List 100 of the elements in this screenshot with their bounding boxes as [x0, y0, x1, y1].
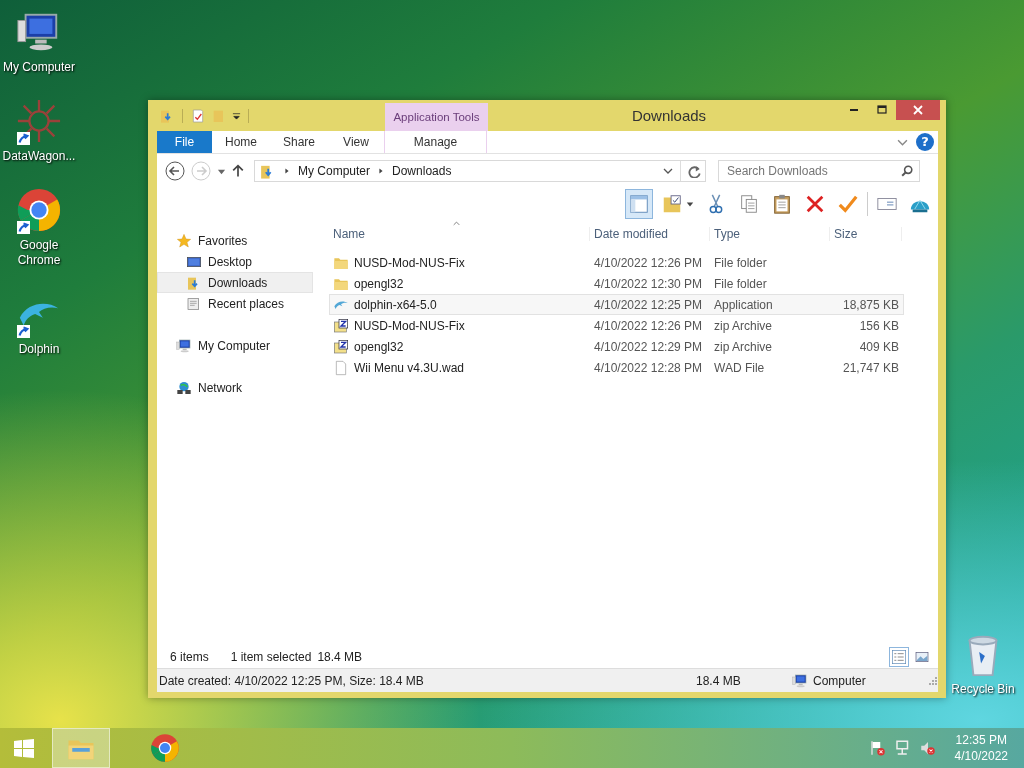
date-cell-text: 4/10/2022 12:29 PM [593, 339, 704, 354]
file-row[interactable]: opengl32 4/10/2022 12:29 PM zip Archive 409 KB [329, 336, 904, 357]
flag-error-icon[interactable] [868, 739, 887, 757]
address-bar[interactable]: My Computer Downloads [254, 160, 706, 182]
dropdown-caret-icon[interactable] [232, 111, 241, 120]
window-title: Downloads [630, 106, 708, 126]
ribbon-tab[interactable]: View [328, 131, 384, 153]
file-row[interactable]: opengl32 4/10/2022 12:30 PM File folder [329, 273, 904, 294]
column-header[interactable]: Name [329, 227, 590, 241]
large-icons-view-icon [914, 649, 930, 665]
zip-archive-icon [333, 338, 349, 355]
type-cell-text: zip Archive [713, 339, 774, 354]
shortcut-arrow-icon [17, 132, 30, 145]
type-cell-text: File folder [713, 276, 768, 291]
file-size: 18.4 MB [696, 673, 742, 688]
back-button[interactable] [165, 161, 185, 181]
file-name: NUSD-Mod-NUS-Fix [354, 318, 465, 333]
navigation-item[interactable]: Recent places [157, 293, 313, 314]
item-count: 6 items [170, 650, 209, 664]
breadcrumb-arrow-icon[interactable] [283, 167, 291, 175]
ribbon-tab[interactable]: Home [212, 131, 270, 153]
help-button[interactable]: ? [916, 133, 934, 151]
computer-icon [176, 337, 192, 354]
date-cell-text: 4/10/2022 12:25 PM [593, 297, 704, 312]
date-cell-text: 4/10/2022 12:28 PM [593, 360, 704, 375]
date-cell-text: 4/10/2022 12:30 PM [593, 276, 704, 291]
toolbar-button[interactable] [625, 189, 653, 219]
file-details: Date created: 4/10/2022 12:25 PM, Size: 18.4 MB [159, 673, 425, 688]
navigation-item[interactable]: Favorites [157, 230, 313, 251]
file-row[interactable]: NUSD-Mod-NUS-Fix 4/10/2022 12:26 PM zip Archive 156 KB [329, 315, 904, 336]
dropdown-caret-icon[interactable] [663, 166, 673, 176]
delete-icon [804, 193, 826, 215]
computer-icon [792, 672, 808, 689]
navigation-item[interactable]: My Computer [157, 335, 313, 356]
view-button[interactable] [889, 647, 909, 667]
ribbon-tab[interactable]: Share [270, 131, 328, 153]
close-button[interactable] [896, 100, 940, 120]
file-name: opengl32 [354, 276, 404, 291]
checkmark-icon [837, 193, 859, 215]
desktop-icon-label[interactable]: Google Chrome [0, 238, 78, 268]
document-icon [333, 359, 349, 376]
properties-icon[interactable] [190, 107, 206, 124]
selection-count: 1 item selected [230, 650, 312, 664]
sort-caret-icon [452, 220, 461, 227]
minimize-icon [850, 109, 858, 111]
chrome-logo-icon[interactable] [16, 187, 62, 233]
desktop-icon-label[interactable]: My Computer [0, 60, 78, 75]
starburst-icon[interactable] [16, 98, 62, 144]
size-cell-text: 18,875 KB [841, 297, 900, 312]
ribbon-tab[interactable]: Manage [384, 131, 487, 153]
navigation-item[interactable]: Network [157, 377, 313, 398]
zip-archive-icon [333, 317, 349, 334]
column-header[interactable]: Size [830, 227, 902, 241]
file-row[interactable]: NUSD-Mod-NUS-Fix 4/10/2022 12:26 PM File folder [329, 252, 904, 273]
breadcrumb-link[interactable]: My Computer [298, 164, 371, 178]
details-view-icon [891, 649, 907, 665]
recent-places-icon [186, 295, 202, 312]
file-row[interactable]: Wii Menu v4.3U.wad 4/10/2022 12:28 PM WAD File 21,747 KB [329, 357, 904, 378]
search-field[interactable]: Search Downloads [718, 160, 920, 182]
desktop-icon-label[interactable]: Dolphin [0, 342, 78, 357]
close-icon [913, 105, 923, 115]
shortcut-arrow-icon [17, 325, 30, 338]
clipboard-icon [771, 193, 793, 215]
size-cell-text: 156 KB [858, 318, 900, 333]
desktop-icon-label[interactable]: DataWagon... [0, 149, 78, 164]
windows-logo-icon [14, 738, 34, 758]
taskbar-button[interactable] [52, 728, 110, 768]
context-tab-group-label: Application Tools [385, 103, 488, 131]
layout-pane-icon [628, 193, 650, 215]
file-name: dolphin-x64-5.0 [354, 297, 437, 312]
shortcut-arrow-icon [17, 221, 30, 234]
breadcrumb-link[interactable]: Downloads [392, 164, 452, 178]
type-cell-text: Application [713, 297, 774, 312]
search-icon [901, 165, 913, 177]
dropdown-caret-icon [686, 200, 694, 208]
size-cell-text: 409 KB [858, 339, 900, 354]
copy-icon [738, 193, 760, 215]
resize-grip-icon[interactable] [928, 675, 938, 686]
size-cell-text: 21,747 KB [841, 360, 900, 375]
up-arrow-icon[interactable] [232, 164, 244, 178]
type-cell-text: WAD File [713, 360, 766, 375]
file-name: NUSD-Mod-NUS-Fix [354, 255, 465, 270]
refresh-icon[interactable] [688, 164, 701, 178]
ribbon-tab[interactable]: File [157, 131, 212, 153]
zone-label: Computer [813, 673, 866, 688]
navigation-item[interactable]: Desktop [157, 251, 313, 272]
type-cell-text: zip Archive [713, 318, 774, 333]
file-name: Wii Menu v4.3U.wad [354, 360, 465, 375]
star-icon [176, 232, 192, 249]
type-cell-text: File folder [713, 255, 768, 270]
network-icon [176, 379, 192, 396]
maximize-icon [877, 105, 887, 115]
date-cell-text: 4/10/2022 12:26 PM [593, 255, 704, 270]
file-name: opengl32 [354, 339, 404, 354]
column-header[interactable]: Type [710, 227, 830, 241]
folder-check-icon [661, 193, 683, 215]
file-row[interactable]: dolphin-x64-5.0 4/10/2022 12:25 PM Application 18,875 KB [329, 294, 904, 315]
chrome-logo-icon [150, 733, 180, 763]
navigation-item[interactable]: Downloads [157, 272, 313, 293]
column-header[interactable]: Date modified [590, 227, 710, 241]
